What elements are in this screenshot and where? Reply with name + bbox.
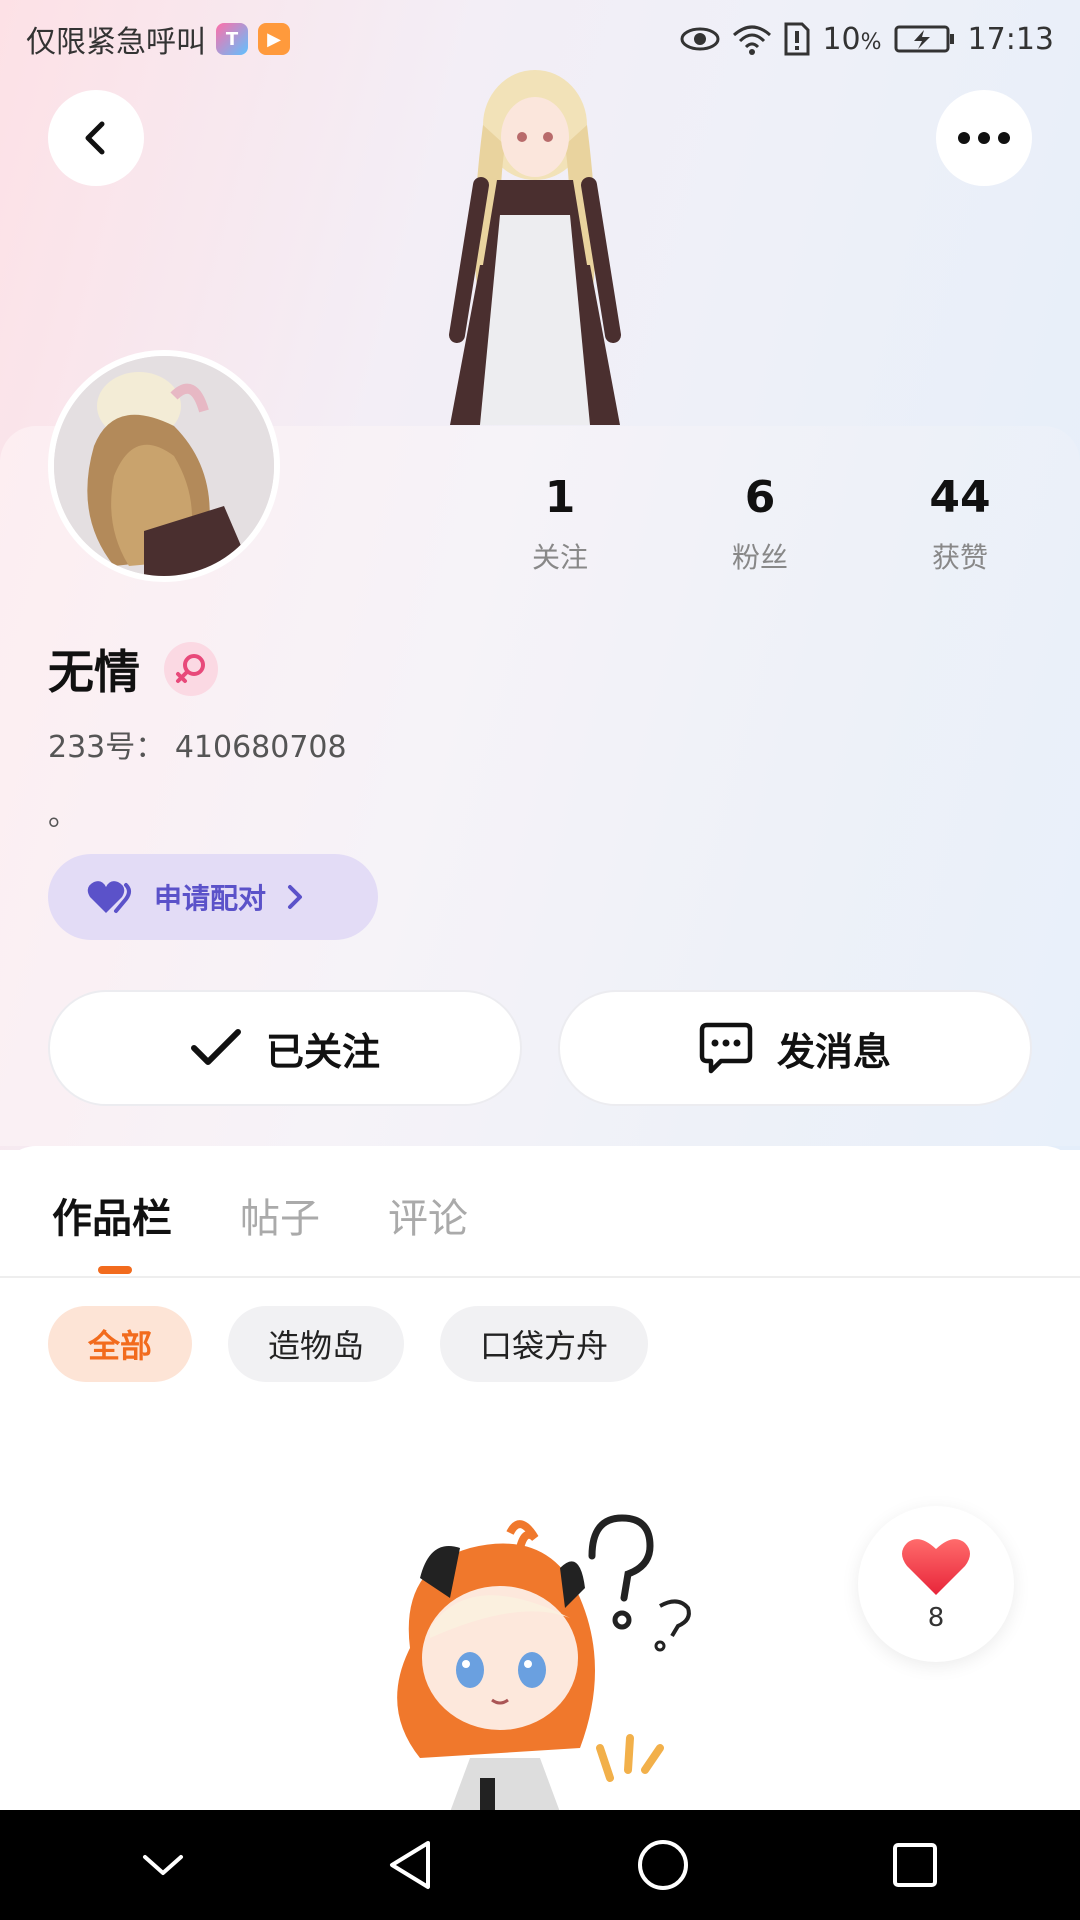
avatar[interactable] [48, 350, 280, 582]
like-button[interactable]: 8 [858, 1506, 1014, 1662]
filter-chips: 全部 造物岛 口袋方舟 [48, 1306, 649, 1382]
profile-stats: 1 关注 6 粉丝 44 获赞 [460, 470, 1060, 576]
system-nav-bar [0, 1810, 1080, 1920]
nav-home-icon[interactable] [636, 1838, 690, 1892]
wifi-icon [733, 25, 772, 55]
nav-recents-icon[interactable] [891, 1841, 939, 1889]
gender-badge [164, 642, 218, 696]
tab-works[interactable]: 作品栏 [52, 1186, 172, 1244]
tabs-divider [0, 1276, 1080, 1278]
stat-following[interactable]: 1 关注 [460, 470, 660, 576]
user-bio: 。 [48, 798, 78, 833]
empty-state-illustration [397, 1514, 691, 1812]
stat-value: 1 [544, 472, 576, 523]
name-row: 无情 [48, 636, 218, 702]
stat-label: 粉丝 [731, 541, 788, 574]
heart-icon [902, 1539, 970, 1595]
video-app-notification-icon: ▶ [258, 23, 290, 55]
more-options-button[interactable] [936, 90, 1032, 186]
eye-icon [680, 27, 720, 51]
uid-value: 410680708 [174, 730, 347, 765]
send-message-button[interactable]: 发消息 [558, 990, 1032, 1106]
chevron-right-icon [288, 885, 303, 909]
filter-chip-pocket-ark[interactable]: 口袋方舟 [440, 1306, 649, 1382]
user-id: 233号： 410680708 [48, 722, 347, 766]
uid-label: 233号： [48, 730, 166, 765]
tab-posts[interactable]: 帖子 [240, 1186, 320, 1244]
chevron-down-icon[interactable] [141, 1851, 185, 1879]
clock: 17:13 [967, 21, 1054, 57]
apply-pair-button[interactable]: 申请配对 [48, 854, 378, 940]
apply-pair-label: 申请配对 [154, 882, 267, 915]
followed-button[interactable]: 已关注 [48, 990, 522, 1106]
filter-chip-all[interactable]: 全部 [48, 1306, 193, 1382]
heart-pair-icon [87, 881, 131, 913]
stat-likes[interactable]: 44 获赞 [860, 470, 1060, 576]
stat-label: 获赞 [931, 541, 988, 574]
stat-followers[interactable]: 6 粉丝 [660, 470, 860, 576]
avatar-image [54, 356, 274, 576]
stat-value: 44 [929, 472, 991, 523]
tab-comments[interactable]: 评论 [388, 1186, 468, 1244]
status-bar: 仅限紧急呼叫 T ▶ 10% 17:13 [0, 0, 1080, 78]
female-icon [176, 654, 205, 683]
carrier-text: 仅限紧急呼叫 [26, 25, 206, 60]
back-button[interactable] [48, 90, 144, 186]
user-name: 无情 [48, 645, 140, 699]
chevron-left-icon [85, 121, 105, 155]
banner-character-image [449, 70, 621, 425]
battery-level: 10% [822, 21, 882, 57]
battery-charging-icon [894, 25, 954, 53]
app-notification-icon: T [216, 23, 248, 55]
active-tab-indicator [98, 1266, 132, 1274]
send-message-label: 发消息 [776, 1029, 891, 1074]
stat-label: 关注 [531, 541, 588, 574]
like-count: 8 [927, 1603, 945, 1633]
nav-back-icon[interactable] [386, 1839, 434, 1891]
filter-chip-creation-island[interactable]: 造物岛 [228, 1306, 405, 1382]
content-tabs: 作品栏 帖子 评论 [52, 1186, 468, 1244]
more-dots-icon [958, 132, 1010, 144]
followed-label: 已关注 [265, 1029, 380, 1074]
chat-bubble-icon [699, 1022, 753, 1074]
check-icon [190, 1029, 241, 1065]
sim-alert-icon [784, 22, 810, 56]
stat-value: 6 [744, 472, 776, 523]
